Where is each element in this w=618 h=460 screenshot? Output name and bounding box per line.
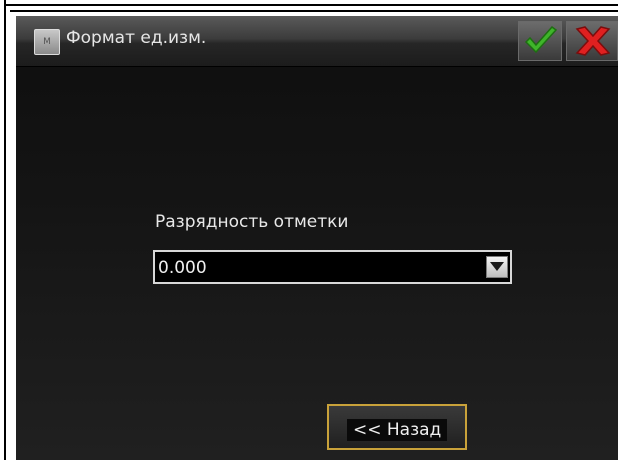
frame-border-top (4, 4, 618, 6)
app-icon: M (34, 29, 60, 55)
elevation-precision-select[interactable]: 0.000 (153, 250, 512, 284)
close-icon (575, 26, 611, 56)
check-icon (524, 25, 558, 54)
chevron-down-icon (490, 262, 504, 271)
title-bar: M Формат ед.изм. (16, 16, 618, 67)
select-value: 0.000 (158, 258, 207, 278)
dialog-screen: M Формат ед.изм. Разрядность отметки 0.0… (16, 16, 618, 460)
page-title: Формат ед.изм. (66, 28, 207, 48)
frame-border-top-inner (10, 10, 618, 12)
back-button-label: << Назад (347, 419, 448, 441)
ok-button[interactable] (518, 21, 562, 61)
frame-border-left (4, 0, 6, 460)
back-button[interactable]: << Назад (327, 404, 467, 450)
cancel-button[interactable] (566, 21, 618, 61)
device-frame: M Формат ед.изм. Разрядность отметки 0.0… (0, 0, 618, 460)
dropdown-button[interactable] (486, 256, 508, 278)
elevation-precision-label: Разрядность отметки (155, 212, 349, 232)
